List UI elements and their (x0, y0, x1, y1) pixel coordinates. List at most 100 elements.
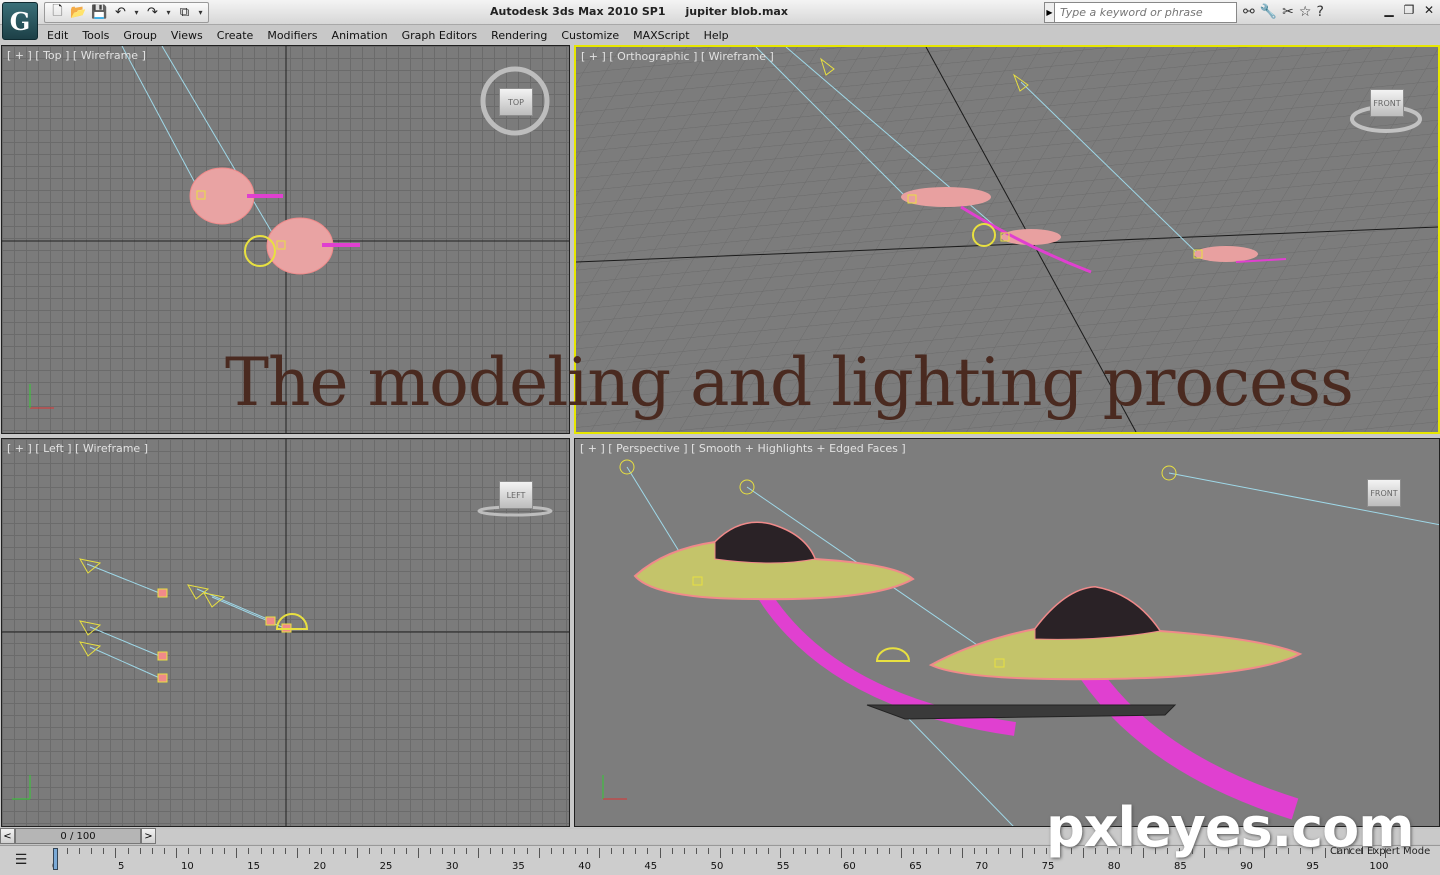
time-slider-thumb[interactable]: 0 / 100 (15, 828, 141, 844)
ruler-tick-label: 80 (1107, 861, 1121, 872)
viewcube[interactable]: TOP (499, 88, 533, 116)
frame-cursor[interactable] (53, 848, 58, 870)
help-icon[interactable]: ? (1316, 4, 1323, 20)
menu-graph-editors[interactable]: Graph Editors (395, 29, 485, 42)
viewcube[interactable]: LEFT (499, 481, 533, 509)
ruler-tick (744, 848, 746, 854)
redo-icon[interactable]: ↷ (143, 4, 162, 22)
mushroom-cap-mesh[interactable] (901, 187, 991, 207)
viewport-label[interactable]: [ + ] [ Orthographic ] [ Wireframe ] (581, 50, 774, 63)
ruler-tick (973, 848, 975, 854)
ruler-tick (405, 848, 407, 854)
ruler-tick (998, 848, 1000, 854)
menu-edit[interactable]: Edit (40, 29, 75, 42)
ruler-tick (671, 848, 673, 854)
ruler-tick (901, 848, 903, 858)
file-name: jupiter blob.max (685, 5, 788, 18)
ruler-tick (562, 848, 564, 854)
ruler-tick (67, 848, 69, 854)
viewport-label[interactable]: [ + ] [ Top ] [ Wireframe ] (7, 49, 146, 62)
viewport-left[interactable]: [ + ] [ Left ] [ Wireframe ] LEFT (1, 438, 570, 827)
ruler-tick (417, 848, 419, 858)
menu-group[interactable]: Group (116, 29, 164, 42)
new-file-icon[interactable]: 🗋 (48, 4, 67, 22)
ruler-tick (853, 848, 854, 854)
menu-maxscript[interactable]: MAXScript (626, 29, 696, 42)
ruler-tick (695, 848, 697, 854)
minimize-icon[interactable]: ▁ (1382, 3, 1396, 17)
search-input[interactable] (1055, 1, 1237, 23)
viewcube[interactable]: FRONT (1370, 89, 1404, 117)
mushroom-mesh[interactable] (157, 673, 168, 683)
ruler-tick (574, 848, 576, 854)
ruler-tick (659, 848, 661, 858)
customize-dropdown-icon[interactable]: ▾ (196, 8, 205, 17)
mushroom-mesh[interactable] (157, 651, 168, 661)
menu-create[interactable]: Create (210, 29, 261, 42)
ruler-tick (381, 848, 383, 854)
ruler-tick (1034, 848, 1036, 854)
open-folder-icon[interactable]: 📂 (69, 4, 88, 22)
binoculars-icon[interactable]: ⚯ (1243, 4, 1255, 20)
ruler-tick (961, 848, 963, 858)
ruler-tick (768, 848, 770, 854)
ruler-tick (816, 848, 818, 854)
restore-icon[interactable]: ❐ (1402, 3, 1416, 17)
save-icon[interactable]: 💾 (90, 4, 109, 22)
mushroom-cap-mesh[interactable] (1001, 229, 1061, 245)
mushroom-cap-mesh[interactable] (1194, 246, 1258, 262)
undo-dropdown-icon[interactable]: ▾ (132, 8, 141, 17)
ruler-tick-label: 55 (776, 861, 790, 872)
spot-light-cone[interactable] (79, 558, 102, 574)
ruler-tick (345, 848, 347, 854)
mushroom-mesh[interactable] (157, 588, 168, 598)
spot-light-cone[interactable] (79, 620, 102, 636)
title-bar: G 🗋 📂 💾 ↶ ▾ ↷ ▾ ⧉ ▾ Autodesk 3ds Max 201… (0, 0, 1440, 40)
menu-animation[interactable]: Animation (325, 29, 395, 42)
window-controls: ▁ ❐ ✕ (1382, 3, 1436, 17)
tools-icon[interactable]: ✂ (1282, 4, 1294, 20)
viewport-perspective[interactable]: [ + ] [ Perspective ] [ Smooth + Highlig… (574, 438, 1440, 827)
ruler-tick-label: 65 (909, 861, 922, 872)
project-folder-icon[interactable]: ⧉ (175, 4, 194, 22)
menu-customize[interactable]: Customize (554, 29, 626, 42)
ruler-tick (587, 848, 588, 854)
ruler-tick-label: 90 (1240, 861, 1253, 872)
menu-help[interactable]: Help (697, 29, 736, 42)
menu-bar: Edit Tools Group Views Create Modifiers Animat… (40, 26, 736, 44)
redo-dropdown-icon[interactable]: ▾ (164, 8, 173, 17)
ruler-tick (623, 848, 625, 854)
ruler-tick (224, 848, 226, 854)
ruler-tick-label: 20 (313, 861, 327, 872)
ruler-tick (163, 848, 165, 854)
time-prev-button[interactable]: < (0, 828, 15, 844)
omni-light-icon[interactable] (875, 647, 911, 662)
viewport-label[interactable]: [ + ] [ Perspective ] [ Smooth + Highlig… (580, 442, 906, 455)
app-title: Autodesk 3ds Max 2010 SP1 (490, 5, 666, 18)
quick-access-toolbar: 🗋 📂 💾 ↶ ▾ ↷ ▾ ⧉ ▾ (44, 2, 209, 23)
wrench-icon[interactable]: 🔧 (1260, 4, 1277, 20)
mushroom-mesh[interactable] (265, 616, 276, 626)
ruler-tick (357, 848, 359, 858)
menu-rendering[interactable]: Rendering (484, 29, 554, 42)
app-menu-button[interactable]: G (2, 2, 38, 40)
menu-tools[interactable]: Tools (75, 29, 116, 42)
menu-modifiers[interactable]: Modifiers (260, 29, 324, 42)
app-logo: G (9, 6, 31, 36)
spot-light-cone[interactable] (79, 641, 102, 657)
ruler-tick (538, 848, 540, 858)
viewcube[interactable]: FRONT (1367, 479, 1401, 507)
ruler-tick (79, 848, 81, 854)
close-icon[interactable]: ✕ (1422, 3, 1436, 17)
undo-icon[interactable]: ↶ (111, 4, 130, 22)
ruler-tick (1022, 848, 1024, 858)
menu-views[interactable]: Views (164, 29, 210, 42)
mushroom-cap-mesh[interactable] (189, 167, 255, 225)
viewport-label[interactable]: [ + ] [ Left ] [ Wireframe ] (7, 442, 148, 455)
favorites-star-icon[interactable]: ☆ (1299, 4, 1312, 20)
time-next-button[interactable]: > (141, 828, 156, 844)
search-expand-icon[interactable]: ▶ (1044, 1, 1055, 23)
mini-curve-editor-icon[interactable]: ☰ (10, 852, 32, 868)
spot-light-cone[interactable] (203, 592, 226, 608)
spot-light-cone[interactable] (187, 584, 210, 600)
